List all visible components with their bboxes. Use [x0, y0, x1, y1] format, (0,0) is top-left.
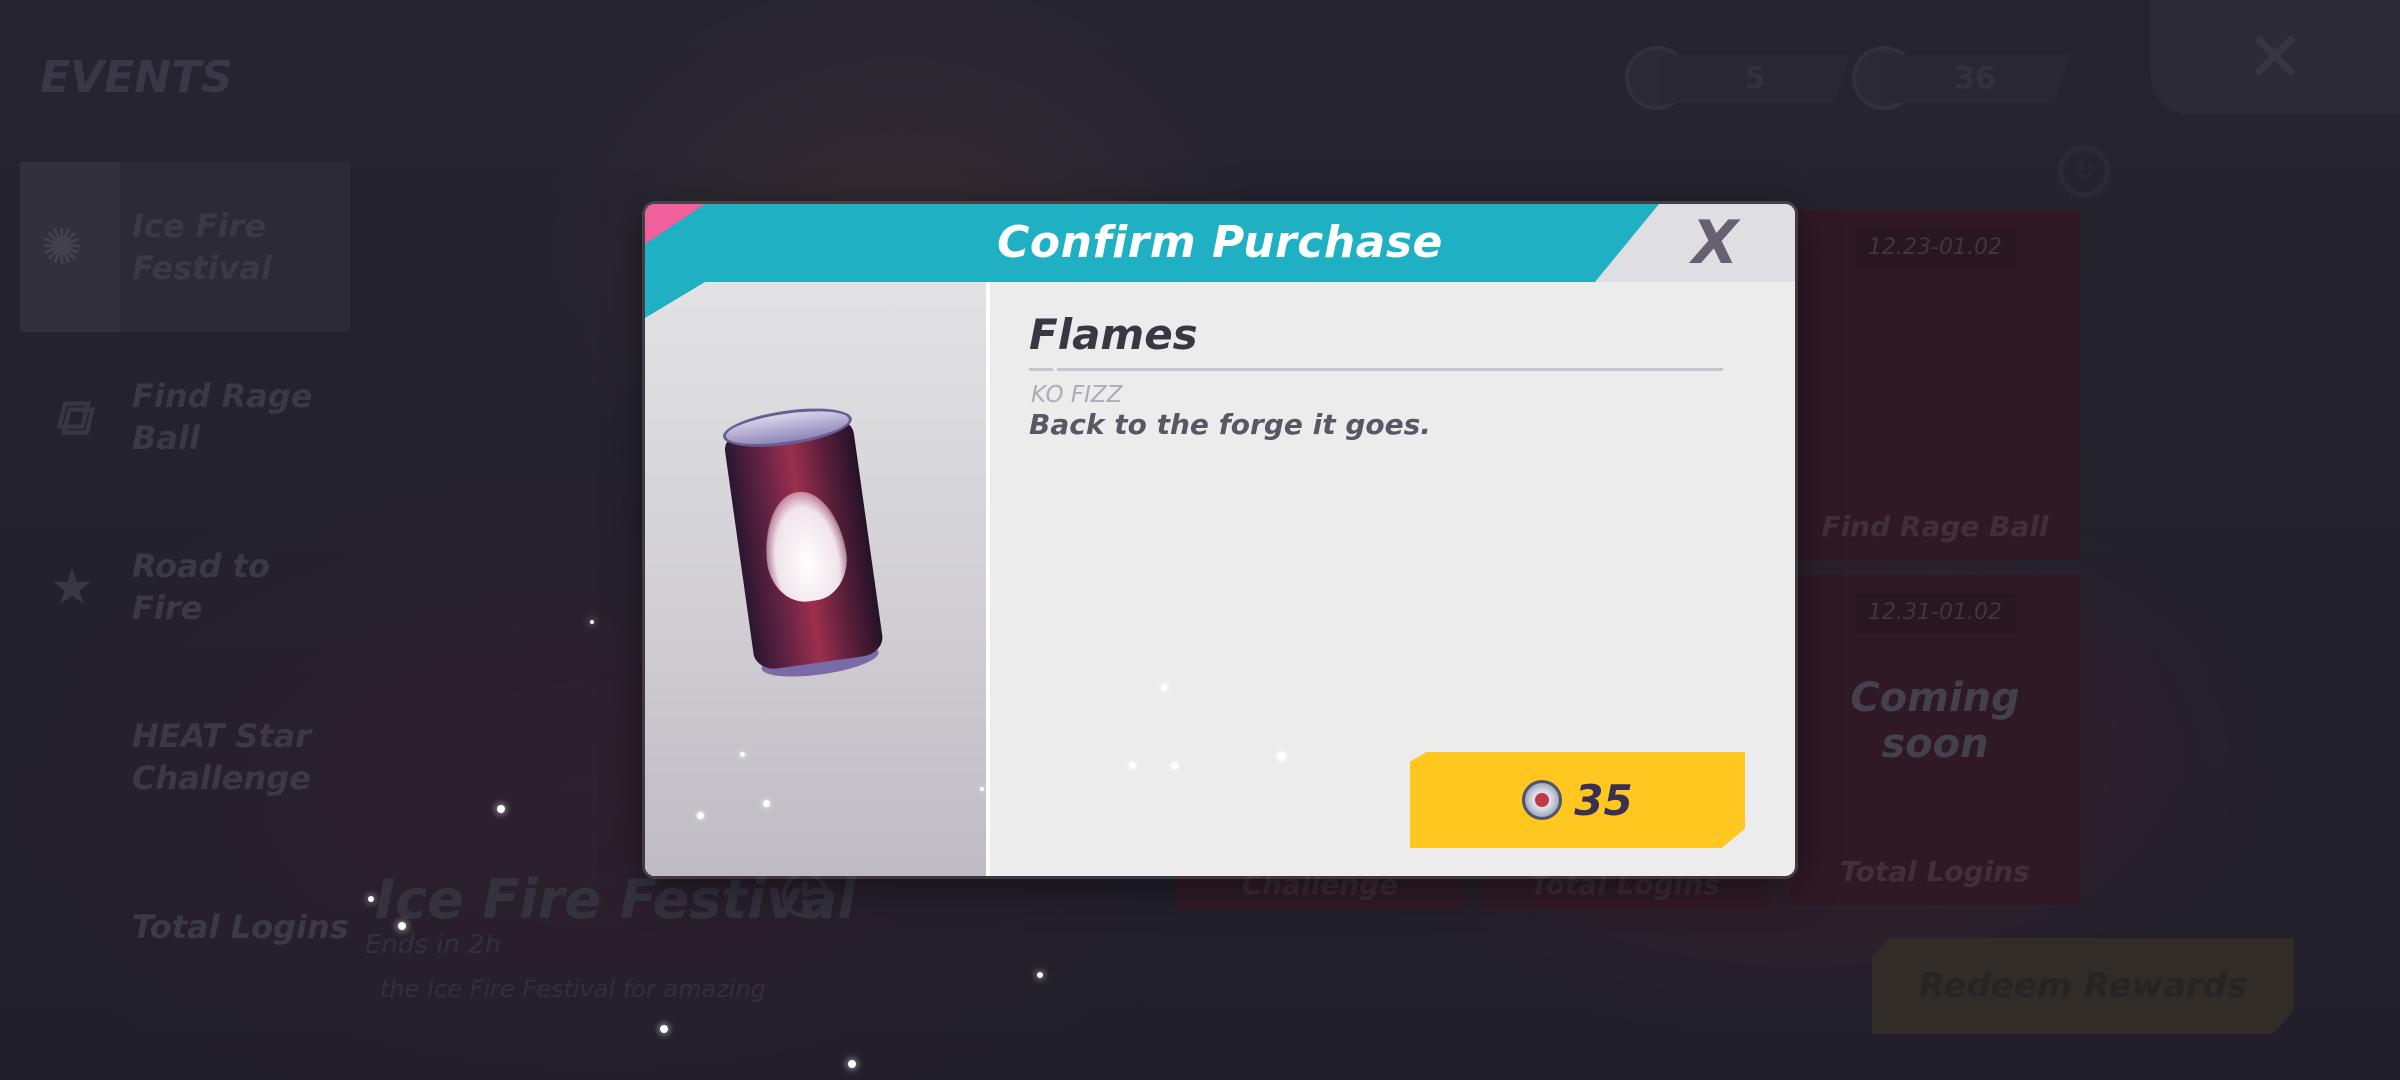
dialog-header: Confirm Purchase X [645, 204, 1795, 282]
panel-accent [645, 282, 705, 318]
sparkle-effect [1037, 972, 1043, 978]
sparkle-effect [740, 752, 745, 757]
sparkle-effect [398, 922, 406, 930]
soda-can-flame-icon [696, 387, 934, 702]
sparkle-effect [1171, 762, 1178, 769]
ko-coin-icon [1522, 780, 1563, 820]
buy-button[interactable]: 35 [1410, 752, 1745, 848]
item-category: KO FIZZ [1031, 382, 1123, 408]
sparkle-effect [1129, 762, 1136, 769]
close-button[interactable]: X [1675, 210, 1755, 276]
sparkle-effect [590, 620, 594, 624]
sparkle-effect [848, 1060, 856, 1068]
sparkle-effect [763, 800, 770, 807]
sparkle-effect [1161, 684, 1168, 691]
item-name: Flames [1029, 310, 1198, 359]
sparkle-effect [368, 896, 374, 902]
sparkle-effect [697, 812, 704, 819]
divider [1029, 368, 1747, 371]
item-preview-panel [645, 282, 990, 876]
sparkle-effect [1277, 752, 1286, 761]
confirm-purchase-dialog: Confirm Purchase X Flames KO FIZZ Back t… [645, 204, 1795, 876]
dialog-title: Confirm Purchase [997, 217, 1443, 268]
sparkle-effect [497, 805, 505, 813]
price-amount: 35 [1574, 775, 1633, 825]
sparkle-effect [660, 1025, 668, 1033]
sparkle-effect [980, 787, 984, 791]
item-description: Back to the forge it goes. [1029, 408, 1431, 441]
